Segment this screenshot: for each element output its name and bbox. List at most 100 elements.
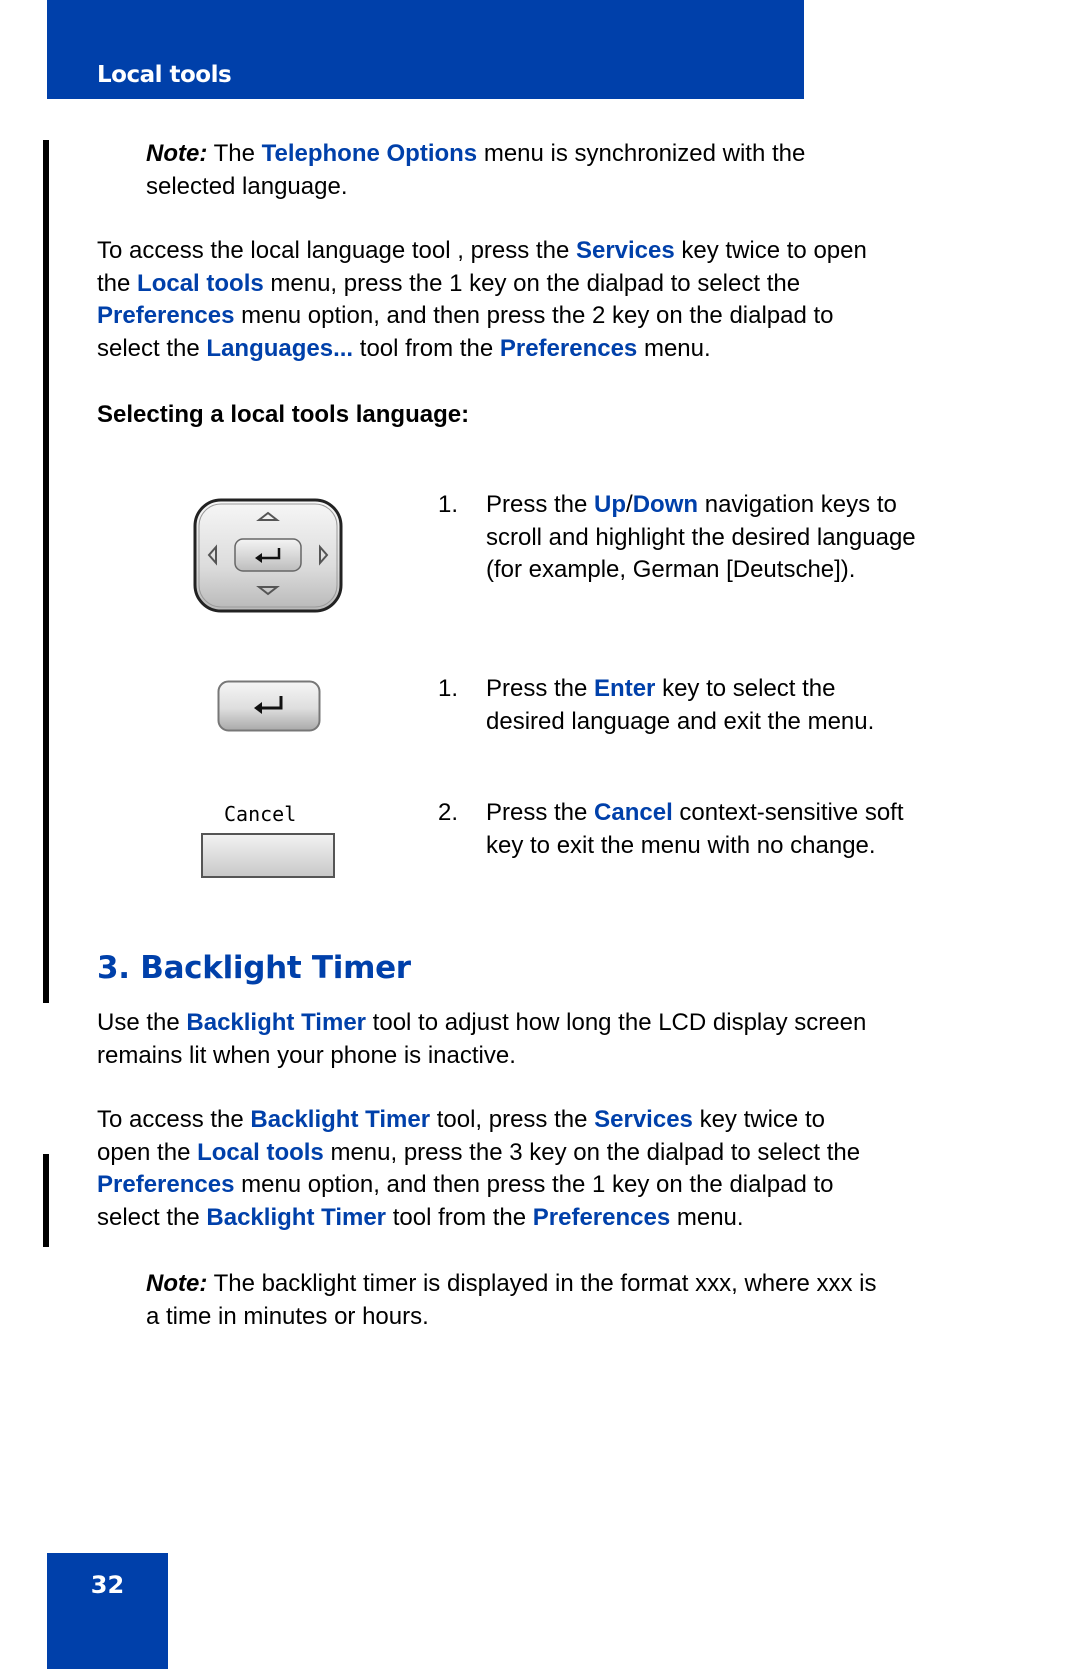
ui-term-highlight: Backlight Timer (206, 1204, 387, 1232)
text-segment: menu option, and then press the 1 key on… (234, 1171, 834, 1199)
step-item: 2. Press the Cancel context-sensitive so… (438, 797, 1038, 867)
softkey-label: Cancel (224, 802, 297, 826)
ui-term-highlight: Preferences (97, 1171, 235, 1199)
chapter-title: Local tools (97, 62, 232, 88)
text-line: To access the Backlight Timer tool, pres… (97, 1104, 997, 1137)
note-label: Note: (146, 1270, 208, 1297)
text-segment: To access the (97, 1106, 251, 1133)
text-segment: scroll and highlight the desired languag… (486, 523, 916, 551)
text-segment: tool to adjust how long the LCD display … (366, 1009, 867, 1036)
text-segment: Use the (97, 1009, 187, 1036)
note-line: a time in minutes or hours. (146, 1302, 429, 1330)
text-segment: tool from the (353, 335, 500, 363)
note-telephone-options: Note: The Telephone Options menu is sync… (146, 138, 946, 203)
text-line: select the Backlight Timer tool from the… (97, 1202, 997, 1235)
step-item: 1. Press the Enter key to select the des… (438, 673, 1038, 743)
paragraph-backlight-access: To access the Backlight Timer tool, pres… (97, 1104, 997, 1235)
step-item: 1. Press the Up/Down navigation keys to … (438, 489, 1038, 599)
text-segment: menu. (637, 335, 711, 363)
text-line: Preferences menu option, and then press … (97, 300, 997, 333)
text-segment: menu option, and then press the 2 key on… (234, 302, 834, 330)
enter-key-icon (217, 680, 321, 732)
ui-term-highlight: Backlight Timer (250, 1106, 431, 1133)
text-segment: select the (97, 335, 207, 363)
ui-term-highlight: Local tools (137, 269, 264, 297)
text-segment: navigation keys to (698, 491, 897, 518)
text-line: scroll and highlight the desired languag… (486, 522, 1006, 555)
ui-term-highlight: Services (575, 237, 675, 264)
text-line: Press the Up/Down navigation keys to (486, 489, 1006, 522)
ui-term-highlight: Up (594, 491, 627, 518)
paragraph-access-language-tool: To access the local language tool , pres… (97, 235, 997, 366)
step-text: Press the Enter key to select the desire… (486, 673, 1006, 738)
step-number: 2. (438, 799, 459, 826)
ui-term-highlight: Preferences (97, 302, 235, 330)
text-segment: Press the (486, 799, 595, 826)
text-segment: open the (97, 1138, 198, 1166)
note-label: Note: (146, 140, 208, 167)
text-segment: / (626, 491, 633, 518)
text-line: (for example, German [Deutsche]). (486, 554, 1006, 587)
navigation-cluster-icon (193, 498, 343, 613)
text-line: select the Languages... tool from the Pr… (97, 333, 997, 366)
text-segment: Press the (486, 491, 595, 518)
text-line: Press the Enter key to select the (486, 673, 1006, 706)
text-line: desired language and exit the menu. (486, 706, 1006, 739)
text-segment: The (207, 140, 262, 167)
text-segment: tool from the (386, 1204, 533, 1232)
step-number: 1. (438, 675, 459, 702)
text-segment: tool, press the (430, 1106, 595, 1133)
text-line: the Local tools menu, press the 1 key on… (97, 268, 997, 301)
step-number: 1. (438, 491, 459, 518)
ui-term-highlight: Preferences (532, 1204, 671, 1232)
ui-term-highlight: Enter (594, 675, 656, 702)
text-segment: To access the local language tool , pres… (97, 237, 576, 264)
text-segment: menu is synchronized with the (477, 140, 806, 167)
text-line: Preferences menu option, and then press … (97, 1169, 997, 1202)
text-line: To access the local language tool , pres… (97, 235, 997, 268)
note-line: Note: The backlight timer is displayed i… (146, 1268, 996, 1301)
revision-change-bar (43, 140, 49, 1003)
text-line: remains lit when your phone is inactive. (97, 1040, 997, 1073)
ui-term-highlight: Preferences (499, 335, 638, 363)
text-line: Press the Cancel context-sensitive soft (486, 797, 1006, 830)
text-line: key to exit the menu with no change. (486, 830, 1006, 863)
chapter-header-bar: Local tools (47, 0, 804, 99)
step-text: Press the Up/Down navigation keys to scr… (486, 489, 1006, 587)
note-line: selected language. (146, 172, 348, 200)
ui-term-highlight: Cancel (594, 799, 673, 826)
ui-term-highlight: Backlight Timer (186, 1009, 367, 1036)
page-number-box: 32 (47, 1553, 168, 1669)
ui-term-highlight: Telephone Options (261, 140, 478, 167)
ui-term-highlight: Local tools (197, 1138, 324, 1166)
text-segment: Press the (486, 675, 595, 702)
note-text: The Telephone Options menu is synchroniz… (207, 140, 806, 167)
note-backlight-format: Note: The backlight timer is displayed i… (146, 1268, 996, 1333)
cancel-soft-key-icon (201, 833, 335, 878)
text-segment: desired language and exit the menu. (486, 707, 875, 735)
note-line: Note: The Telephone Options menu is sync… (146, 138, 946, 171)
ui-term-highlight: Down (632, 491, 699, 518)
ui-term-highlight: Services (594, 1106, 693, 1133)
text-segment: the (97, 269, 138, 297)
text-segment: remains lit when your phone is inactive. (97, 1041, 516, 1069)
text-segment: key to select the (655, 675, 836, 702)
paragraph-backlight-intro: Use the Backlight Timer tool to adjust h… (97, 1007, 997, 1072)
text-segment: key to exit the menu with no change. (486, 831, 876, 859)
text-segment: key twice to (692, 1106, 825, 1133)
step-text: Press the Cancel context-sensitive soft … (486, 797, 1006, 862)
text-segment: select the (97, 1204, 207, 1232)
page-number: 32 (90, 1571, 125, 1599)
text-segment: context-sensitive soft (672, 799, 904, 826)
text-segment: menu. (670, 1204, 744, 1232)
text-segment: (for example, German [Deutsche]). (486, 556, 856, 584)
procedure-subheading: Selecting a local tools language: (97, 401, 470, 428)
note-text: The backlight timer is displayed in the … (207, 1270, 877, 1297)
text-segment: menu, press the 3 key on the dialpad to … (323, 1138, 861, 1166)
text-segment: menu, press the 1 key on the dialpad to … (263, 269, 801, 297)
revision-change-bar (43, 1154, 49, 1247)
section-heading: 3. Backlight Timer (97, 950, 411, 986)
ui-term-highlight: Languages... (206, 335, 354, 363)
text-segment: key twice to open (674, 237, 867, 264)
text-line: open the Local tools menu, press the 3 k… (97, 1137, 997, 1170)
